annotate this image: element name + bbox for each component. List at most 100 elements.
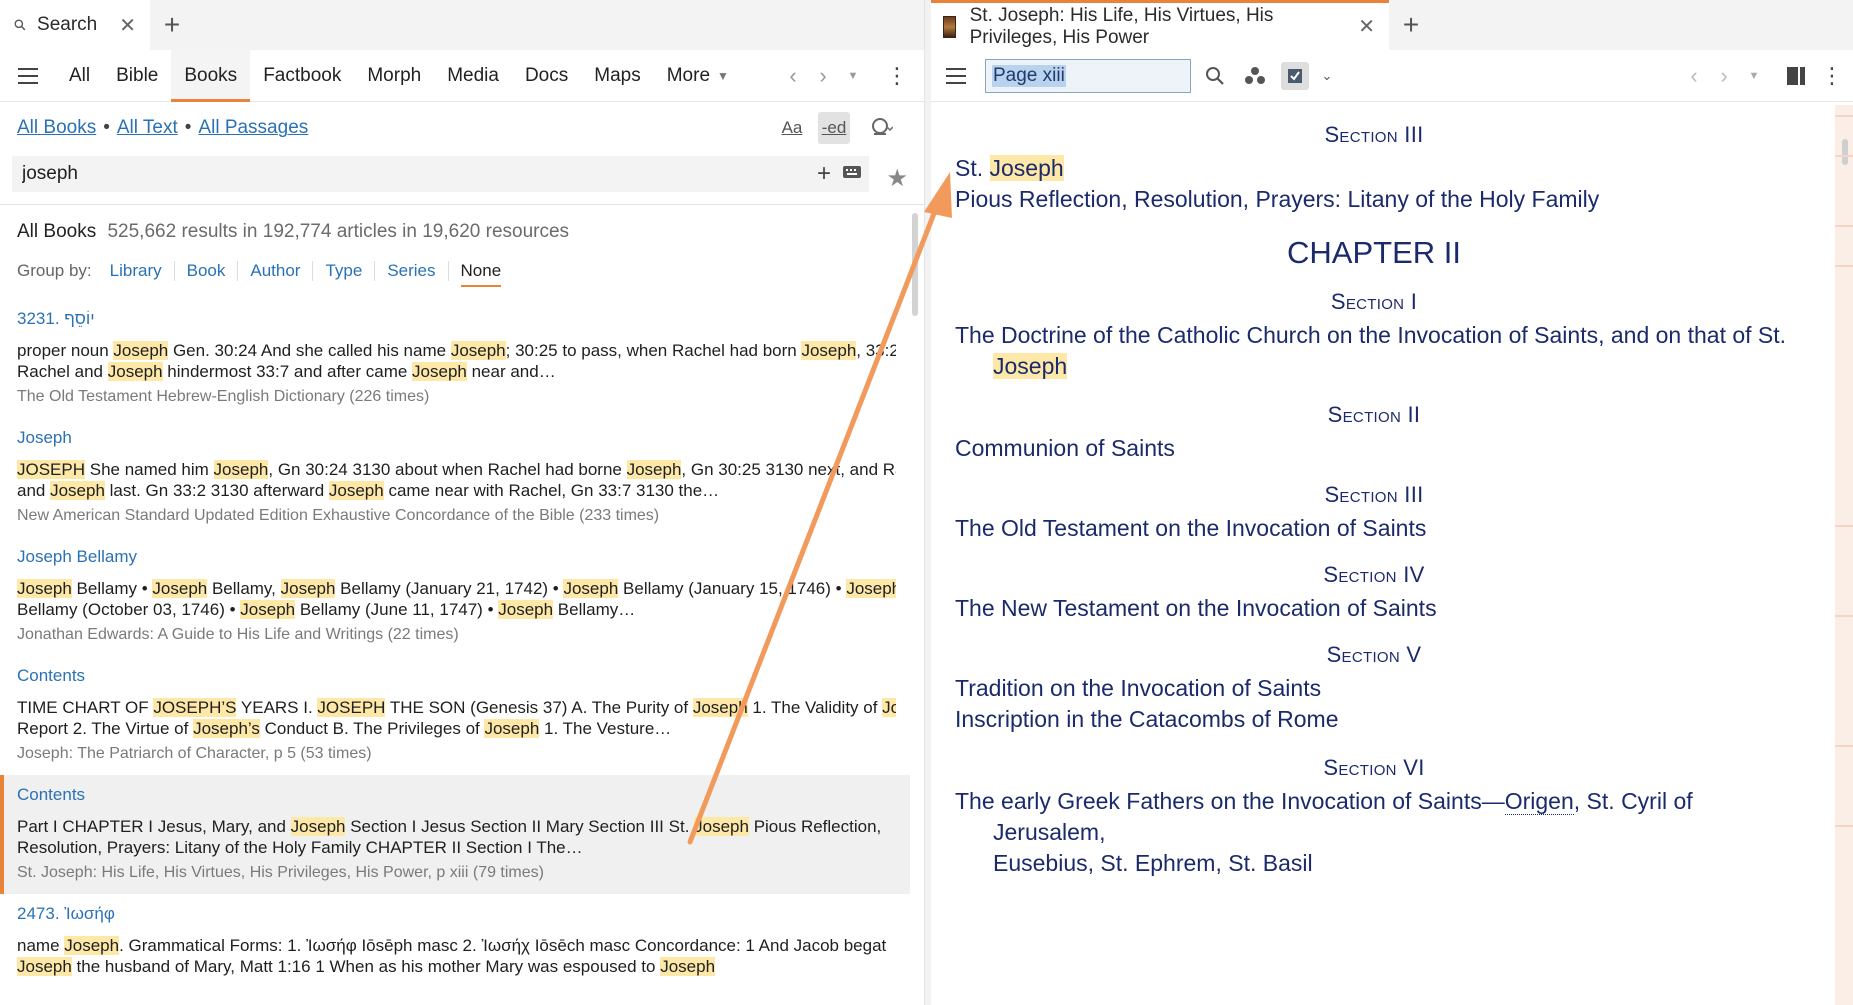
scrollbar-thumb[interactable] — [1842, 139, 1848, 165]
section-heading: Section III — [1324, 122, 1424, 147]
checkbox-icon[interactable] — [1275, 50, 1315, 102]
toc-entry-inscription[interactable]: Inscription in the Catacombs of Rome — [955, 704, 1793, 735]
toc-entry-text: St. — [955, 155, 990, 181]
search-options-icon[interactable] — [860, 112, 904, 144]
toc-entry-tradition[interactable]: Tradition on the Invocation of Saints — [955, 673, 1793, 704]
section-heading: Section IV — [1323, 562, 1425, 587]
chevron-right-icon[interactable]: › — [1709, 50, 1739, 102]
tab-more[interactable]: More ▼ — [654, 50, 742, 102]
tab-media[interactable]: Media — [434, 50, 512, 102]
result-title[interactable]: Contents — [17, 666, 896, 686]
new-tab-button[interactable]: + — [1389, 0, 1433, 50]
snippet-line: Bellamy (October 03, 1746) • Joseph Bell… — [17, 599, 896, 620]
group-by-book[interactable]: Book — [173, 261, 238, 281]
snippet-text: near and… — [466, 362, 556, 381]
kebab-icon[interactable]: ⋮ — [1817, 50, 1847, 102]
history-dropdown-icon[interactable]: ▼ — [1739, 50, 1769, 102]
zoom-icon[interactable] — [1195, 50, 1235, 102]
search-hit: JOSEPH — [17, 460, 86, 479]
section-heading: Section III — [1324, 482, 1424, 507]
section-heading: Section II — [1327, 402, 1421, 427]
chevron-down-icon[interactable]: ⌄ — [1315, 50, 1339, 102]
toc-entry-communion[interactable]: Communion of Saints — [955, 433, 1793, 464]
hit-marker — [1835, 525, 1853, 527]
group-by-library[interactable]: Library — [98, 261, 174, 281]
toc-entry-new-testament[interactable]: The New Testament on the Invocation of S… — [955, 593, 1793, 624]
search-input[interactable] — [12, 163, 772, 185]
star-icon[interactable]: ★ — [886, 164, 908, 193]
book-scrollbar[interactable] — [1835, 105, 1853, 1005]
origen-link[interactable]: Origen — [1504, 788, 1574, 815]
close-icon[interactable]: ✕ — [1358, 14, 1375, 39]
snippet-line: name Joseph. Grammatical Forms: 1. Ἰωσήφ… — [17, 935, 896, 956]
result-item[interactable]: 2473. Ἰωσήφ name Joseph. Grammatical Form… — [0, 894, 910, 995]
scope-all-text[interactable]: All Text — [117, 117, 178, 139]
toc-entry-old-testament[interactable]: The Old Testament on the Invocation of S… — [955, 513, 1793, 544]
result-item[interactable]: Contents TIME CHART OF JOSEPH’S YEARS I. … — [0, 656, 910, 775]
snippet-line: and Joseph last. Gn 33:2 3130 afterward … — [17, 480, 896, 501]
people-icon[interactable] — [1235, 50, 1275, 102]
book-tab[interactable]: St. Joseph: His Life, His Virtues, His P… — [931, 0, 1389, 50]
new-tab-button[interactable]: + — [150, 0, 194, 50]
history-dropdown-icon[interactable]: ▼ — [838, 50, 868, 102]
group-by-series[interactable]: Series — [374, 261, 447, 281]
tab-books[interactable]: Books — [171, 49, 251, 102]
snippet-text: YEARS I. — [236, 698, 318, 717]
toc-entry-doctrine[interactable]: The Doctrine of the Catholic Church on t… — [955, 320, 1793, 382]
search-scope: All Books • All Text • All Passages Aa -… — [0, 102, 924, 154]
toc-entry-st-joseph[interactable]: St. Joseph — [955, 153, 1793, 184]
plus-icon[interactable]: + — [817, 160, 831, 188]
search-hit: Joseph — [64, 936, 120, 955]
search-hit: Joseph — [113, 341, 169, 360]
tab-factbook[interactable]: Factbook — [250, 50, 354, 102]
book-cover-icon — [943, 15, 956, 38]
search-hit: Joseph — [450, 341, 506, 360]
results-scrollbar[interactable] — [912, 213, 918, 316]
tab-morph[interactable]: Morph — [354, 50, 434, 102]
kebab-icon[interactable]: ⋮ — [882, 50, 912, 102]
group-by-label: Group by: — [17, 261, 92, 280]
result-item[interactable]: Contents Part I CHAPTER I Jesus, Mary, an… — [0, 775, 910, 894]
scope-all-passages[interactable]: All Passages — [198, 117, 308, 139]
hamburger-icon[interactable] — [0, 67, 56, 84]
chevron-left-icon[interactable]: ‹ — [778, 50, 808, 102]
search-hit: Joseph — [846, 579, 896, 598]
search-hit: Joseph — [152, 579, 208, 598]
scope-all-books[interactable]: All Books — [17, 117, 96, 139]
group-by-author[interactable]: Author — [237, 261, 312, 281]
search-kind-tabs: All Bible Books Factbook Morph Media Doc… — [56, 49, 742, 102]
result-item[interactable]: Joseph Bellamy Joseph Bellamy • Joseph Be… — [0, 537, 910, 656]
match-forms-button[interactable]: -ed — [818, 112, 850, 144]
result-item[interactable]: Joseph JOSEPH She named him Joseph, Gn 30… — [0, 418, 910, 537]
hamburger-icon[interactable] — [931, 67, 981, 84]
match-case-button[interactable]: Aa — [776, 112, 808, 144]
result-title[interactable]: Contents — [17, 785, 896, 805]
reference-input[interactable]: Page xiii — [985, 58, 1191, 93]
toc-entry-greek-fathers[interactable]: The early Greek Fathers on the Invocatio… — [955, 786, 1793, 879]
group-by-type[interactable]: Type — [312, 261, 374, 281]
tab-bible[interactable]: Bible — [103, 50, 171, 102]
snippet-text: 1. The Vesture… — [539, 719, 672, 738]
tab-all[interactable]: All — [56, 50, 103, 102]
search-tab[interactable]: Search ✕ — [0, 0, 150, 50]
tab-maps[interactable]: Maps — [581, 50, 653, 102]
keyboard-icon[interactable] — [843, 165, 861, 183]
result-title[interactable]: 3231. יוֹסֵף — [17, 309, 896, 329]
snippet-text: the husband of Mary, Matt 1:16 1 When as… — [71, 957, 661, 976]
close-icon[interactable]: ✕ — [119, 13, 136, 38]
tab-docs[interactable]: Docs — [512, 50, 581, 102]
chevron-left-icon[interactable]: ‹ — [1679, 50, 1709, 102]
panel-icon[interactable] — [1781, 50, 1811, 102]
chevron-right-icon[interactable]: › — [808, 50, 838, 102]
snippet-text: Bellamy… — [553, 600, 636, 619]
result-title[interactable]: 2473. Ἰωσήφ — [17, 904, 896, 924]
search-tab-label: Search — [37, 14, 98, 35]
result-title[interactable]: Joseph Bellamy — [17, 547, 896, 567]
result-item[interactable]: 3231. יוֹסֵף proper noun Joseph Gen. 30:2… — [0, 299, 910, 418]
toc-entry-pious-reflection[interactable]: Pious Reflection, Resolution, Prayers: L… — [955, 184, 1793, 215]
snippet-line: TIME CHART OF JOSEPH’S YEARS I. JOSEPH T… — [17, 697, 896, 718]
group-by-none[interactable]: None — [447, 261, 514, 287]
result-title[interactable]: Joseph — [17, 428, 896, 448]
snippet-line: Joseph the husband of Mary, Matt 1:16 1 … — [17, 956, 896, 977]
snippet-text: Pious Reflection, — [748, 817, 882, 836]
